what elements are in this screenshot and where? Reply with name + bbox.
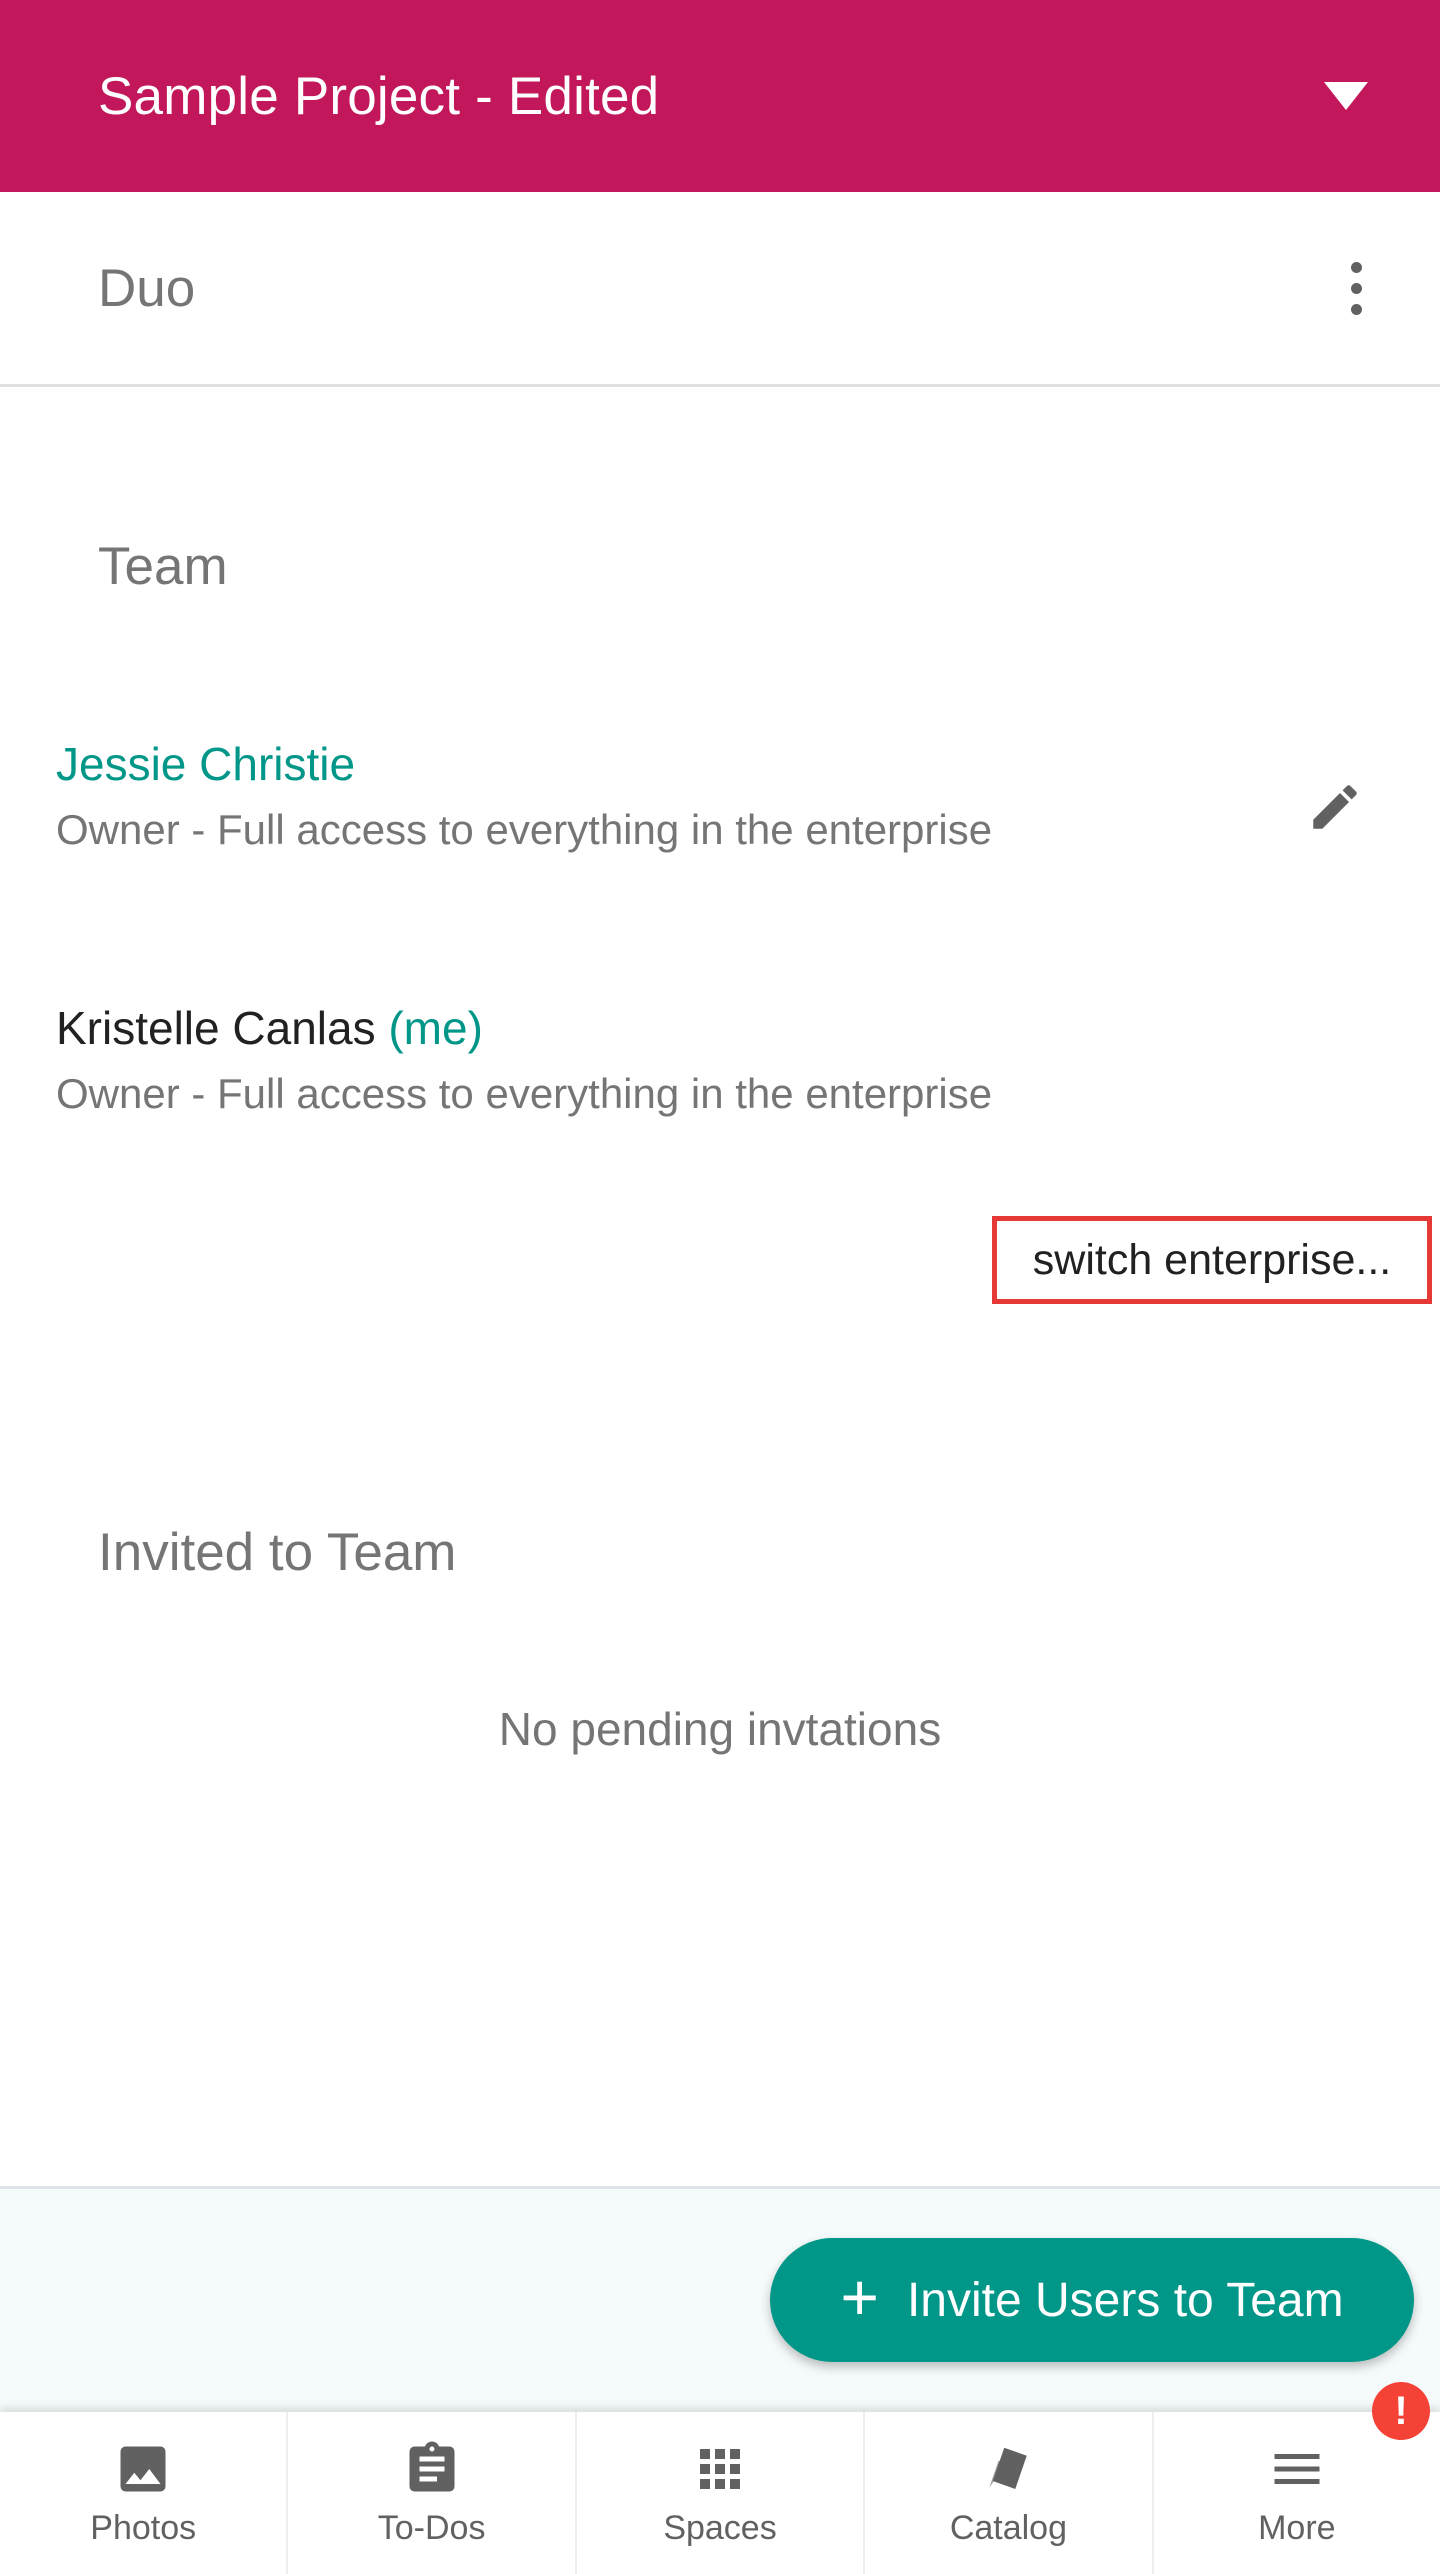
photo-icon — [113, 2439, 173, 2499]
nav-label: Photos — [90, 2508, 197, 2547]
alert-badge: ! — [1372, 2382, 1430, 2440]
me-tag: (me) — [388, 1002, 483, 1054]
workspace-bar: Duo — [0, 192, 1440, 387]
project-title: Sample Project - Edited — [98, 66, 660, 126]
empty-invitations-text: No pending invtations — [498, 1703, 942, 1755]
team-member: Kristelle Canlas (me) Owner - Full acces… — [56, 1000, 1380, 1122]
swatch-icon — [978, 2439, 1038, 2499]
team-heading: Team — [98, 537, 228, 596]
bottom-nav: Photos To-Dos Spaces Catalog More — [0, 2412, 1440, 2574]
switch-enterprise-link[interactable]: switch enterprise... — [992, 1216, 1432, 1304]
grid-icon — [690, 2439, 750, 2499]
nav-label: To-Dos — [377, 2508, 486, 2547]
team-page: Sample Project - Edited Duo Team Jessie … — [0, 0, 1440, 2574]
edit-icon[interactable] — [1300, 772, 1370, 842]
nav-item-photos[interactable]: Photos — [0, 2412, 289, 2574]
member-name: Jessie Christie — [56, 738, 356, 790]
team-member[interactable]: Jessie Christie Owner - Full access to e… — [56, 736, 1380, 858]
nav-item-spaces[interactable]: Spaces — [577, 2412, 866, 2574]
member-role: Owner - Full access to everything in the… — [56, 1070, 993, 1117]
workspace-name: Duo — [98, 258, 196, 318]
nav-label: Catalog — [949, 2508, 1068, 2547]
nav-item-todos[interactable]: To-Dos — [288, 2412, 577, 2574]
menu-icon — [1267, 2439, 1327, 2499]
chevron-down-icon[interactable] — [1324, 82, 1368, 110]
invited-heading: Invited to Team — [98, 1523, 457, 1582]
invite-users-button[interactable]: + Invite Users to Team — [770, 2238, 1414, 2362]
project-header[interactable]: Sample Project - Edited — [0, 0, 1440, 192]
member-role: Owner - Full access to everything in the… — [56, 806, 993, 853]
invite-users-label: Invite Users to Team — [906, 2273, 1344, 2327]
nav-item-catalog[interactable]: Catalog — [865, 2412, 1154, 2574]
more-options-icon[interactable] — [1343, 254, 1370, 323]
nav-label: Spaces — [663, 2508, 777, 2547]
nav-label: More — [1258, 2508, 1336, 2547]
member-name: Kristelle Canlas — [56, 1002, 376, 1054]
clipboard-icon — [402, 2439, 462, 2499]
plus-icon: + — [840, 2260, 879, 2334]
